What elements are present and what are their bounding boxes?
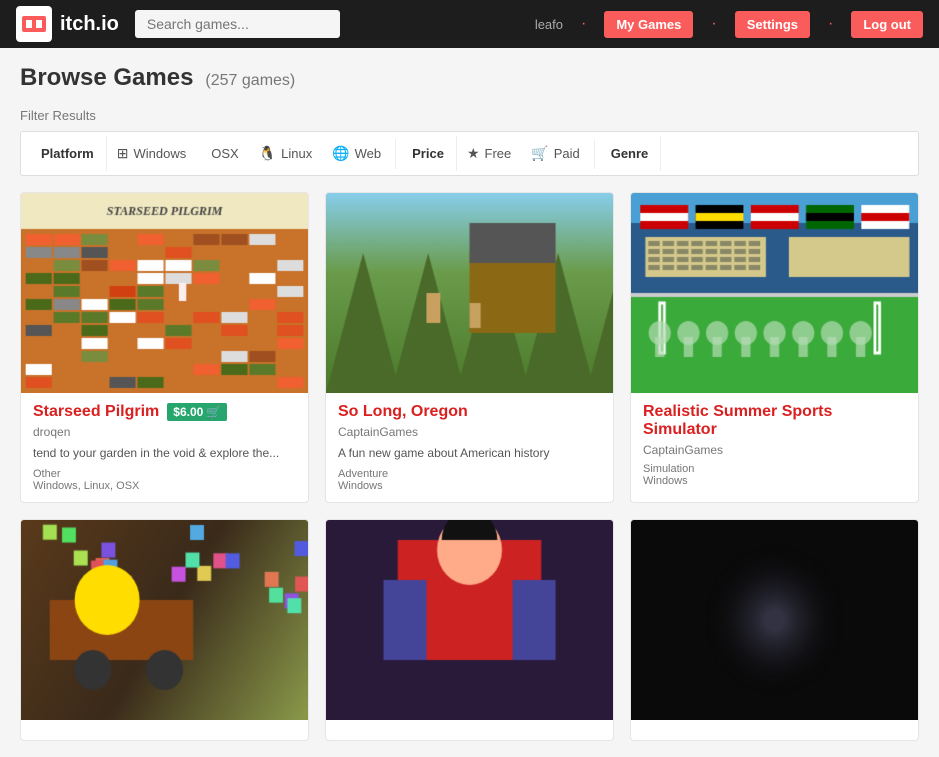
logo-icon xyxy=(16,6,52,42)
header: itch.io leafo · My Games · Settings · Lo… xyxy=(0,0,939,48)
genre-select[interactable]: Action Adventure Puzzle Simulation RPG xyxy=(669,136,746,171)
filter-web[interactable]: 🌐 Web xyxy=(322,135,391,172)
game-title-row-0: Starseed Pilgrim $6.00 🛒 xyxy=(33,403,296,421)
price-filter-label: Price xyxy=(400,136,457,171)
filter-bar: Platform ⊞ Windows OSX 🐧 Linux 🌐 Web Pri… xyxy=(20,131,919,176)
game-price-0: $6.00 🛒 xyxy=(167,403,227,421)
game-info-2: Realistic Summer Sports Simulator Captai… xyxy=(631,393,918,497)
logout-button[interactable]: Log out xyxy=(851,11,923,38)
linux-icon: 🐧 xyxy=(259,145,276,162)
game-card-5[interactable] xyxy=(630,519,919,741)
filter-paid[interactable]: 🛒 Paid xyxy=(521,135,589,172)
game-info-4 xyxy=(326,720,613,740)
cart-icon: 🛒 xyxy=(531,145,548,162)
web-icon: 🌐 xyxy=(332,145,349,162)
filter-paid-label: Paid xyxy=(554,146,580,161)
game-info-0: Starseed Pilgrim $6.00 🛒 droqen tend to … xyxy=(21,393,308,502)
main-content: Browse Games (257 games) Filter Results … xyxy=(0,48,939,757)
game-info-3 xyxy=(21,720,308,740)
game-info-1: So Long, Oregon CaptainGames A fun new g… xyxy=(326,393,613,502)
filter-linux[interactable]: 🐧 Linux xyxy=(249,135,323,172)
page-title-row: Browse Games (257 games) xyxy=(20,64,919,92)
game-info-5 xyxy=(631,720,918,740)
filter-free-label: Free xyxy=(485,146,512,161)
game-title-1[interactable]: So Long, Oregon xyxy=(338,403,468,421)
game-thumb-2 xyxy=(631,193,918,393)
filter-free[interactable]: ★ Free xyxy=(457,135,521,172)
games-grid: Starseed Pilgrim $6.00 🛒 droqen tend to … xyxy=(20,192,919,741)
my-games-button[interactable]: My Games xyxy=(604,11,693,38)
genre-filter-label: Genre xyxy=(599,136,662,171)
game-thumb-5 xyxy=(631,520,918,720)
dot2: · xyxy=(711,15,716,33)
game-thumb-0 xyxy=(21,193,308,393)
search-input[interactable] xyxy=(135,10,340,38)
game-thumb-3 xyxy=(21,520,308,720)
game-author-2: CaptainGames xyxy=(643,443,906,457)
logo-text: itch.io xyxy=(60,13,119,36)
filter-osx-label: OSX xyxy=(211,146,238,161)
game-card-4[interactable] xyxy=(325,519,614,741)
game-card-2[interactable]: Realistic Summer Sports Simulator Captai… xyxy=(630,192,919,503)
game-author-0: droqen xyxy=(33,425,296,439)
windows-icon: ⊞ xyxy=(117,145,129,162)
price-text-0: $6.00 xyxy=(173,405,203,419)
filter-windows-label: Windows xyxy=(133,146,186,161)
game-desc-0: tend to your garden in the void & explor… xyxy=(33,445,296,462)
divider2 xyxy=(594,139,595,169)
game-title-2[interactable]: Realistic Summer Sports Simulator xyxy=(643,403,906,439)
game-thumb-1 xyxy=(326,193,613,393)
game-count: (257 games) xyxy=(205,72,295,90)
logo-link[interactable]: itch.io xyxy=(16,6,119,42)
filter-linux-label: Linux xyxy=(281,146,312,161)
platform-filter-label: Platform xyxy=(29,136,107,171)
divider1 xyxy=(395,139,396,169)
settings-button[interactable]: Settings xyxy=(735,11,810,38)
filter-label: Filter Results xyxy=(20,108,919,123)
star-icon: ★ xyxy=(467,145,480,162)
game-tags-1: Adventure Windows xyxy=(338,468,601,492)
game-thumb-4 xyxy=(326,520,613,720)
dot1: · xyxy=(581,15,586,33)
filter-windows[interactable]: ⊞ Windows xyxy=(107,135,196,172)
page-title: Browse Games xyxy=(20,64,193,92)
game-tags-0: Other Windows, Linux, OSX xyxy=(33,468,296,492)
game-card-1[interactable]: So Long, Oregon CaptainGames A fun new g… xyxy=(325,192,614,503)
game-desc-1: A fun new game about American history xyxy=(338,445,601,462)
filter-web-label: Web xyxy=(355,146,382,161)
game-card-0[interactable]: Starseed Pilgrim $6.00 🛒 droqen tend to … xyxy=(20,192,309,503)
filter-osx[interactable]: OSX xyxy=(196,136,248,171)
game-card-3[interactable] xyxy=(20,519,309,741)
header-username: leafo xyxy=(535,17,563,32)
game-tags-2: Simulation Windows xyxy=(643,463,906,487)
game-title-0[interactable]: Starseed Pilgrim xyxy=(33,403,159,421)
game-title-row-2: Realistic Summer Sports Simulator xyxy=(643,403,906,439)
game-author-1: CaptainGames xyxy=(338,425,601,439)
dot3: · xyxy=(828,15,833,33)
genre-wrapper: Action Adventure Puzzle Simulation RPG xyxy=(661,132,754,175)
cart-icon-0: 🛒 xyxy=(206,405,221,419)
game-title-row-1: So Long, Oregon xyxy=(338,403,601,421)
